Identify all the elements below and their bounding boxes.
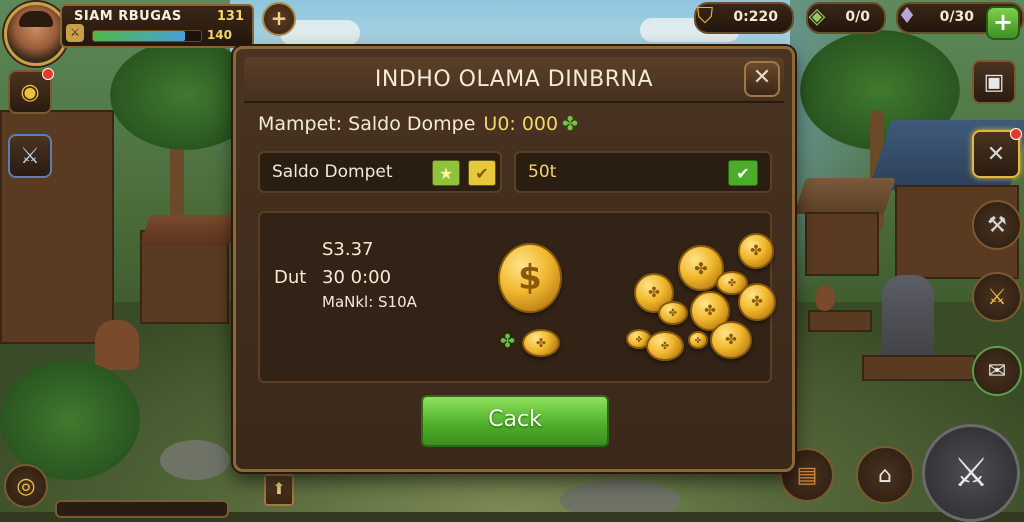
check-green-button[interactable]: ✔ xyxy=(728,160,758,186)
attack-button[interactable]: ⚔ xyxy=(922,424,1020,522)
wallet-amount: U0: 000 xyxy=(483,113,559,135)
coin-icon: ✤ xyxy=(658,301,688,325)
coin-icon: ✤ xyxy=(646,331,684,361)
hp-bar-fill xyxy=(93,31,185,41)
coin-bag-icon: ◉ xyxy=(20,79,40,105)
resource-gold-value: 0:220 xyxy=(733,9,778,25)
cube-icon: ▣ xyxy=(983,69,1005,95)
big-coin-icon: $ xyxy=(498,243,562,313)
clover-icon: ✤ xyxy=(500,331,516,352)
resource-crystals: ♦ 0/30 + xyxy=(896,2,1024,40)
player-hp: 140 xyxy=(206,28,232,42)
scroll-icon: ✉ xyxy=(987,358,1007,384)
info-line-3: MaNkl: S10A xyxy=(322,293,417,311)
tools-button[interactable]: ✕ xyxy=(972,128,1022,178)
shed xyxy=(805,212,879,276)
close-button[interactable]: ✕ xyxy=(744,61,780,97)
battle-button[interactable]: ⚔ xyxy=(972,272,1022,322)
add-button[interactable]: + xyxy=(262,2,296,36)
wooden-bench xyxy=(862,355,976,381)
wallet-balance-line: Mampet: Saldo Dompe U0: 000 ✤ xyxy=(258,113,578,135)
player-gold: 131 xyxy=(216,9,244,24)
forge-button[interactable]: ⚒ xyxy=(972,200,1022,250)
gold-bag-button[interactable]: ◉ xyxy=(8,68,54,114)
amount-input-value: 50t xyxy=(528,162,557,182)
sword-button[interactable]: ⚔ xyxy=(8,134,52,178)
wallet-dialog: INDHO OLAMA DINBRNA ✕ Mampet: Saldo Domp… xyxy=(233,46,795,472)
clay-pot xyxy=(95,320,139,370)
clover-icon: ✤ xyxy=(562,113,579,135)
player-avatar[interactable] xyxy=(4,2,68,66)
avatar-hair xyxy=(19,11,53,27)
coin-icon: ✤ xyxy=(522,329,560,357)
check-yellow-button[interactable]: ✔ xyxy=(468,160,496,186)
wallet-label: Mampet: Saldo Dompe xyxy=(258,113,476,135)
wallet-input[interactable]: Saldo Dompet ★ ✔ xyxy=(258,151,502,193)
player-panel: SIAM RBUGAS 131 ⚔ 140 xyxy=(60,4,254,48)
bush xyxy=(0,360,140,480)
coin-info-panel: Dut S3.37 30 0:00 MaNkl: S10A $ ✤ ✤ ✤ ✤ … xyxy=(258,211,776,383)
hp-bar xyxy=(92,30,202,42)
notification-dot xyxy=(1010,128,1022,140)
wooden-bench xyxy=(808,310,872,332)
gem-chest-icon: ◈ xyxy=(808,3,826,29)
amount-input[interactable]: 50t ✔ xyxy=(514,151,772,193)
rock xyxy=(560,480,680,512)
crystal-icon: ♦ xyxy=(897,3,917,29)
info-label: Dut xyxy=(274,267,307,288)
anvil-icon: ⚒ xyxy=(987,212,1007,238)
resource-crystals-value: 0/30 xyxy=(939,9,974,25)
buy-crystals-button[interactable]: + xyxy=(986,6,1020,40)
wallet-input-value: Saldo Dompet xyxy=(272,162,393,182)
crossed-tools-icon: ✕ xyxy=(986,141,1006,167)
clay-pot xyxy=(815,285,835,311)
resource-gems: ◈ 0/0 xyxy=(806,2,886,34)
coin-icon: ✤ xyxy=(710,321,752,359)
player-name: SIAM RBUGAS xyxy=(74,9,182,24)
shield-gold-icon: ⛉ xyxy=(696,3,714,29)
hero-badge-icon: ⚔ xyxy=(66,24,84,42)
upgrade-button[interactable]: ⬆ xyxy=(264,474,294,506)
house-icon: ⌂ xyxy=(878,462,892,488)
map-button[interactable]: ✉ xyxy=(972,346,1022,396)
coin-icon: ✤ xyxy=(738,233,774,269)
info-line-2: 30 0:00 xyxy=(322,267,392,288)
sword-icon: ⚔ xyxy=(20,143,40,169)
stall-roof xyxy=(140,215,240,245)
axe-icon: ⚔ xyxy=(953,450,989,496)
resource-gold: ⛉ 0:220 xyxy=(694,2,794,34)
bottom-progress-bar xyxy=(55,500,229,518)
cube-button[interactable]: ▣ xyxy=(972,60,1016,104)
resource-gems-value: 0/0 xyxy=(845,9,870,25)
crossed-swords-icon: ⚔ xyxy=(987,284,1007,310)
info-line-1: S3.37 xyxy=(322,239,374,260)
coin-icon: ✤ xyxy=(738,283,776,321)
confirm-button[interactable]: Cack xyxy=(421,395,609,447)
treasure-chest-icon: ▤ xyxy=(796,462,818,488)
settings-button[interactable]: ◎ xyxy=(4,464,48,508)
coin-icon: ✤ xyxy=(688,331,708,349)
dialog-title: INDHO OLAMA DINBRNA xyxy=(374,67,654,92)
shed-roof xyxy=(794,178,896,214)
home-button[interactable]: ⌂ xyxy=(856,446,914,504)
notification-dot xyxy=(42,68,54,80)
rock xyxy=(160,440,230,480)
coin-icon: ◎ xyxy=(16,473,36,499)
dialog-title-bar: INDHO OLAMA DINBRNA ✕ xyxy=(244,57,784,103)
star-button[interactable]: ★ xyxy=(432,160,460,186)
